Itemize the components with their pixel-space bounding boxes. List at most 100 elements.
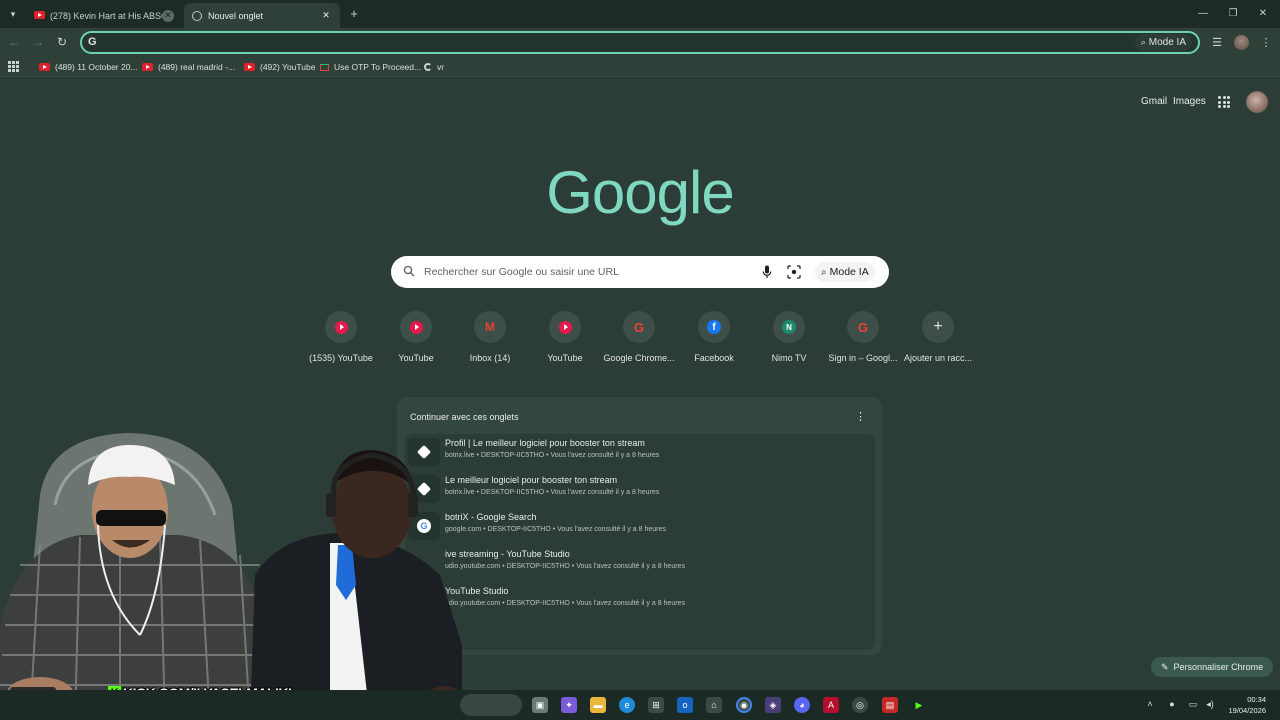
- shortcut-tile[interactable]: G Sign in – Googl...: [826, 310, 900, 370]
- shortcut-label: Facebook: [694, 353, 734, 363]
- clock-date: 19/04/2026: [1228, 706, 1266, 715]
- list-item[interactable]: G botriX - Google Search google.com • DE…: [405, 508, 875, 545]
- item-subtitle: google.com • DESKTOP-IIC5THO • Vous l'av…: [445, 526, 666, 533]
- more-options-icon[interactable]: ⋮: [855, 410, 866, 423]
- ai-mode-label: Mode IA: [1148, 37, 1186, 48]
- shortcut-tile[interactable]: N Nimo TV: [752, 310, 826, 370]
- microphone-icon[interactable]: [762, 265, 772, 279]
- ai-mode-label: Mode IA: [829, 266, 869, 278]
- copilot-icon[interactable]: ✦: [561, 697, 577, 713]
- bookmark-item[interactable]: vr: [424, 61, 444, 73]
- minimize-button[interactable]: —: [1192, 5, 1214, 21]
- display-icon[interactable]: ▭: [1187, 698, 1199, 710]
- close-icon[interactable]: ✕: [320, 10, 332, 22]
- shortcut-tile[interactable]: f Facebook: [677, 310, 751, 370]
- close-icon[interactable]: ✕: [162, 9, 174, 22]
- youtube-icon: [334, 320, 348, 334]
- taskbar-search[interactable]: [460, 694, 522, 716]
- youtube-icon: [39, 63, 50, 71]
- close-window-button[interactable]: ✕: [1252, 5, 1274, 21]
- gmail-icon: M: [485, 320, 495, 334]
- tab-kevin-hart[interactable]: (278) Kevin Hart at His ABSOLU ✕: [26, 3, 182, 28]
- sparkle-search-icon: ⌕: [1140, 37, 1146, 47]
- microphone-icon[interactable]: ●: [1166, 698, 1178, 710]
- search-input[interactable]: Rechercher sur Google ou saisir une URL: [424, 266, 619, 278]
- item-title: ive streaming - YouTube Studio: [445, 549, 570, 559]
- shortcut-tile[interactable]: YouTube: [379, 310, 453, 370]
- reading-list-icon[interactable]: ☰: [1210, 35, 1224, 49]
- reload-button[interactable]: ↻: [54, 34, 70, 50]
- plus-icon: +: [933, 318, 943, 335]
- youtube-icon: [142, 63, 153, 71]
- tab-search-dropdown[interactable]: ▾: [4, 5, 22, 23]
- item-subtitle: udio.youtube.com • DESKTOP-IIC5THO • Vou…: [445, 600, 685, 607]
- shortcut-label: YouTube: [547, 353, 583, 363]
- list-item[interactable]: ive streaming - YouTube Studio udio.yout…: [405, 545, 875, 582]
- restore-button[interactable]: ❐: [1222, 5, 1244, 21]
- tab-title: Nouvel onglet: [208, 10, 264, 21]
- list-item[interactable]: Profil | Le meilleur logiciel pour boost…: [405, 434, 875, 471]
- back-button[interactable]: ←: [6, 34, 22, 50]
- account-avatar[interactable]: [1246, 91, 1268, 113]
- item-title: Le meilleur logiciel pour booster ton st…: [445, 475, 618, 485]
- shortcut-tile[interactable]: YouTube: [528, 310, 602, 370]
- list-item[interactable]: Le meilleur logiciel pour booster ton st…: [405, 471, 875, 508]
- outlook-icon[interactable]: o: [677, 697, 693, 713]
- search-icon: [403, 265, 415, 277]
- shortcut-label: YouTube: [398, 353, 434, 363]
- chrome-icon[interactable]: ◉: [736, 697, 752, 713]
- item-subtitle: udio.youtube.com • DESKTOP-IIC5THO • Vou…: [445, 563, 685, 570]
- adobe-icon[interactable]: A: [823, 697, 839, 713]
- images-link[interactable]: Images: [1173, 96, 1206, 107]
- obs-icon[interactable]: ◎: [852, 697, 868, 713]
- ntp-search-box[interactable]: Rechercher sur Google ou saisir une URL …: [391, 256, 889, 288]
- bookmarks-bar: (489) 11 October 20... (489) real madrid…: [0, 57, 1280, 77]
- google-apps-icon[interactable]: [1218, 96, 1230, 108]
- new-tab-button[interactable]: +: [346, 5, 362, 21]
- bookmark-item[interactable]: (489) real madrid -...: [142, 61, 235, 73]
- youtube-icon: [558, 320, 572, 334]
- edge-icon[interactable]: e: [619, 697, 635, 713]
- tab-title: (278) Kevin Hart at His ABSOLU: [50, 10, 162, 21]
- gamepad-icon[interactable]: ◈: [765, 697, 781, 713]
- system-clock[interactable]: 00:34 19/04/2026: [1228, 694, 1266, 716]
- youtube-icon: [409, 320, 423, 334]
- card-list: Profil | Le meilleur logiciel pour boost…: [405, 434, 875, 650]
- shortcut-tile[interactable]: (1535) YouTube: [304, 310, 378, 370]
- google-lens-icon[interactable]: [787, 265, 801, 279]
- shortcut-tile[interactable]: G Google Chrome...: [602, 310, 676, 370]
- add-shortcut-tile[interactable]: + Ajouter un racc...: [901, 310, 975, 370]
- bookmark-label: (489) real madrid -...: [158, 62, 235, 72]
- webcam-overlay: [0, 433, 462, 720]
- store-icon[interactable]: ⊞: [648, 697, 664, 713]
- customize-chrome-button[interactable]: ✎ Personnaliser Chrome: [1151, 657, 1274, 677]
- volume-icon[interactable]: ◂): [1204, 698, 1216, 710]
- shortcut-label: Inbox (14): [469, 353, 511, 363]
- shortcut-label: Google Chrome...: [603, 353, 675, 363]
- file-explorer-icon[interactable]: ▬: [590, 697, 606, 713]
- bookmark-item[interactable]: (489) 11 October 20...: [39, 61, 138, 73]
- google-icon: G: [633, 319, 645, 335]
- bookmark-item[interactable]: (492) YouTube: [244, 61, 315, 73]
- screenshot-icon[interactable]: ⌂: [706, 697, 722, 713]
- tab-new-tab[interactable]: Nouvel onglet ✕: [184, 3, 340, 28]
- app-icon[interactable]: ▤: [882, 697, 898, 713]
- apps-grid-icon[interactable]: [8, 61, 19, 72]
- menu-kebab-icon[interactable]: ⋮: [1259, 35, 1273, 49]
- chevron-up-icon[interactable]: ˄: [1144, 698, 1156, 710]
- discord-icon[interactable]: ◕: [794, 697, 810, 713]
- kick-icon[interactable]: ▶: [911, 697, 927, 713]
- ai-mode-button[interactable]: ⌕ Mode IA: [815, 262, 875, 282]
- bookmark-item[interactable]: Use OTP To Proceed...: [320, 61, 421, 73]
- nimo-icon: N: [782, 320, 796, 334]
- list-item[interactable]: YouTube Studio udio.youtube.com • DESKTO…: [405, 582, 875, 619]
- ai-mode-button[interactable]: ⌕ Mode IA: [1134, 34, 1192, 51]
- windows-taskbar: ▣ ✦ ▬ e ⊞ o ⌂ ◉ ◈ ◕ A ◎ ▤ ▶ ˄ ● ▭ ◂) 00:…: [0, 690, 1280, 720]
- forward-button[interactable]: →: [30, 34, 46, 50]
- gmail-link[interactable]: Gmail: [1141, 96, 1167, 107]
- address-bar[interactable]: G ⌕ Mode IA: [80, 31, 1200, 54]
- shortcut-tile[interactable]: M Inbox (14): [453, 310, 527, 370]
- clock-time: 00:34: [1247, 695, 1266, 704]
- profile-avatar[interactable]: [1234, 35, 1249, 50]
- task-view-icon[interactable]: ▣: [532, 697, 548, 713]
